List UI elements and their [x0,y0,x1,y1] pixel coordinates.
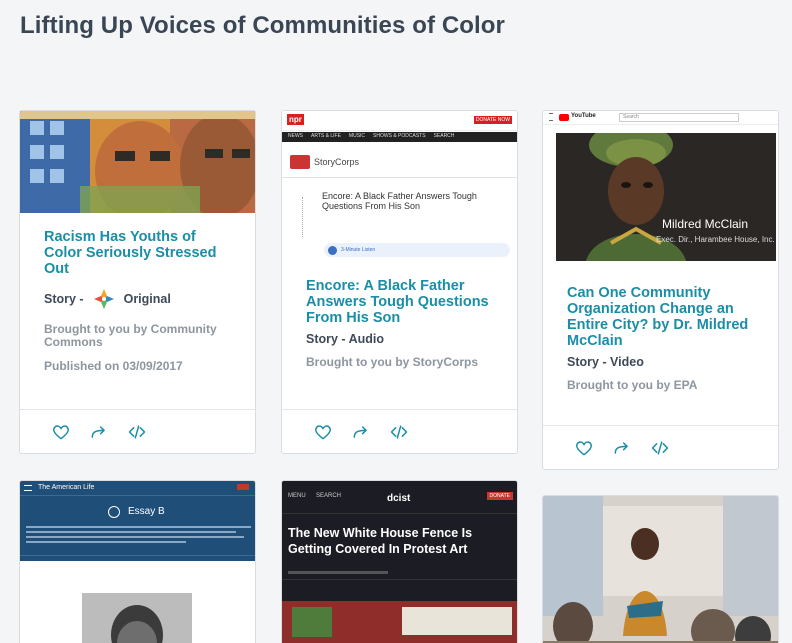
thumb-heading: Essay B [128,506,165,517]
share-icon[interactable] [350,421,372,443]
card-actions [20,409,255,453]
play-icon[interactable] [108,506,120,518]
embed-icon[interactable] [388,421,410,443]
page-title: Lifting Up Voices of Communities of Colo… [20,12,505,39]
card-meta: Story - Original [44,287,231,311]
card-thumbnail[interactable]: npr DONATE NOW NEWS ARTS & LIFE MUSIC SH… [282,111,517,262]
heart-icon[interactable] [50,421,72,443]
card-badge-label: Original [123,292,171,306]
youtube-search-input[interactable]: Search [619,113,739,122]
card-actions [543,425,778,469]
card-thumbnail[interactable] [20,111,255,213]
video-caption-org: Exec. Dir., Harambee House, Inc. [656,235,775,244]
card-thumbnail[interactable]: YouTube Search Mildred McClain Exec. Dir… [543,111,778,261]
card-meta: Story - Video [567,355,754,369]
share-icon[interactable] [88,421,110,443]
resource-card[interactable]: npr DONATE NOW NEWS ARTS & LIFE MUSIC SH… [281,110,518,454]
npr-nav-item: SHOWS & PODCASTS [373,133,426,139]
thumb-search-label: SEARCH [316,493,342,499]
card-type: Story - Audio [306,332,385,346]
embed-icon[interactable] [649,437,671,459]
thumb-menu-label: MENU [288,493,306,499]
npr-nav-item: MUSIC [348,133,366,139]
thumb-site-name: The American Life [38,484,95,491]
npr-nav-item: ARTS & LIFE [311,133,341,139]
npr-nav-item: SEARCH [433,133,455,139]
share-icon[interactable] [611,437,633,459]
resource-card[interactable]: The American Life Essay B [19,480,256,643]
card-source: Brought to you by EPA [567,378,698,392]
donate-button[interactable]: DONATE [486,492,513,500]
card-thumbnail[interactable]: MENU SEARCH dcist DONATE The New White H… [282,481,517,643]
thumb-headline: The New White House Fence Is Getting Cov… [288,526,473,556]
heart-icon[interactable] [312,421,334,443]
card-meta: Story - Audio [306,332,493,346]
donate-button[interactable]: DONATE NOW [473,116,512,124]
original-badge-icon [92,287,116,311]
card-thumbnail[interactable] [543,496,778,643]
resource-card[interactable]: YouTube Search Mildred McClain Exec. Dir… [542,110,779,470]
card-source: Brought to you by StoryCorps [306,355,478,369]
youtube-logo-icon [559,114,569,121]
card-thumbnail[interactable]: The American Life Essay B [20,481,255,643]
listen-label: 3-Minute Listen [341,247,376,253]
embed-icon[interactable] [126,421,148,443]
card-actions [282,409,517,453]
heart-icon[interactable] [573,437,595,459]
npr-logo: npr [287,114,304,125]
dcist-logo: dcist [387,493,411,504]
resource-card[interactable]: MENU SEARCH dcist DONATE The New White H… [281,480,518,643]
video-caption-name: Mildred McClain [662,217,749,231]
thumb-headline: Encore: A Black Father Answers Tough Que… [322,191,477,211]
card-title[interactable]: Can One Community Organization Change an… [567,285,754,349]
menu-icon [24,485,32,491]
card-title[interactable]: Racism Has Youths of Color Seriously Str… [44,229,231,277]
play-icon[interactable] [328,245,337,255]
card-type: Story - Video [567,355,644,369]
youtube-brand: YouTube [571,113,596,119]
storycorps-brand: StoryCorps [314,157,360,167]
resource-card[interactable]: Racism Has Youths of Color Seriously Str… [19,110,256,454]
card-published-date: Published on 03/09/2017 [44,359,183,373]
npr-nav-item: NEWS [288,133,303,139]
card-source: Brought to you by Community Commons [44,322,217,349]
card-title[interactable]: Encore: A Black Father Answers Tough Que… [306,278,493,326]
card-type: Story - [44,292,84,306]
resource-card[interactable] [542,495,779,643]
